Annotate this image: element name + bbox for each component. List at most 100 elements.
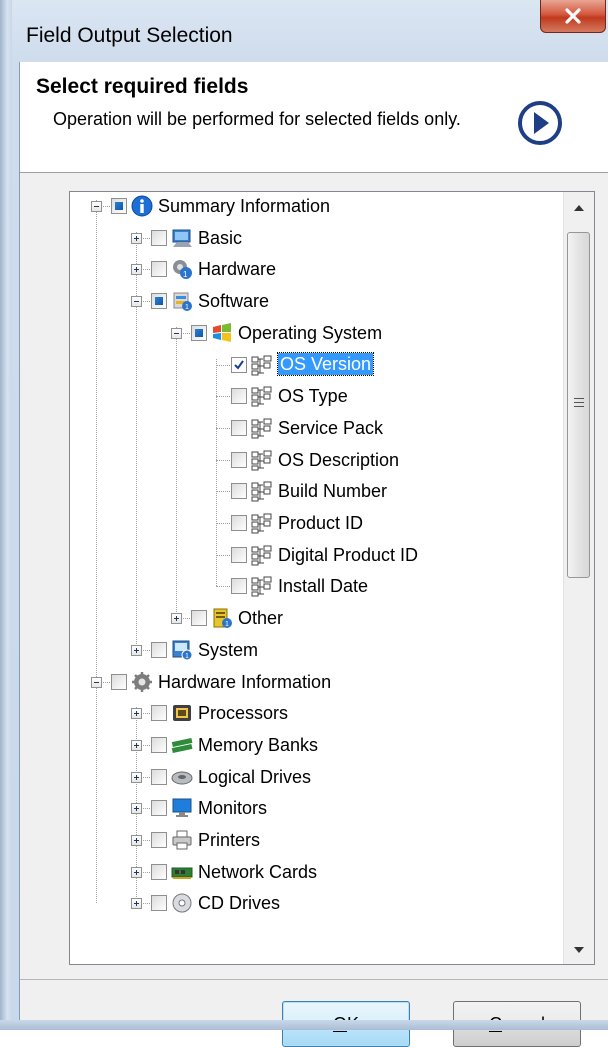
collapse-icon[interactable] [91,201,102,212]
tree-item-label: Install Date [278,576,369,596]
tree-item-checkbox[interactable] [111,674,127,690]
tree-item-label: Other [238,608,284,628]
expand-icon[interactable] [131,803,142,814]
tree-item[interactable]: Digital Product ID [70,544,560,578]
tree-item-checkbox[interactable] [151,737,167,753]
field-tree-icon [251,575,273,597]
tree-item[interactable]: Printers [70,829,560,863]
tree-item[interactable]: Build Number [70,481,560,514]
tree-item-label: Printers [198,830,261,850]
tree-item[interactable]: Install Date [70,575,560,609]
windows-logo-icon [211,322,233,344]
tree-item[interactable]: Memory Banks [70,734,560,768]
computer-icon [171,227,193,249]
tree-item-checkbox[interactable] [151,864,167,880]
collapse-icon[interactable] [91,677,102,688]
scroll-thumb[interactable] [567,232,590,578]
tree-item-checkbox[interactable] [151,261,167,277]
svg-text:1: 1 [185,304,189,311]
tree-item-checkbox[interactable] [231,483,247,499]
tree-item-checkbox[interactable] [231,452,247,468]
expand-icon[interactable] [131,835,142,846]
network-card-icon [171,861,193,883]
tree-item[interactable]: Logical Drives [70,767,560,800]
scroll-down-button[interactable] [564,934,594,964]
close-icon [563,8,583,24]
expand-icon[interactable] [131,645,142,656]
tree-item[interactable]: Operating System [70,322,560,356]
vertical-scrollbar[interactable] [563,192,594,964]
field-tree[interactable]: Summary Information Basic 1 Hardware 1 Softwa… [69,191,595,965]
collapse-icon[interactable] [171,328,182,339]
tree-item-checkbox[interactable] [231,357,247,373]
other-icon: 1 [211,607,233,629]
memory-icon [171,734,193,756]
tree-item[interactable]: Processors [70,702,560,736]
tree-item[interactable]: Monitors [70,797,560,831]
tree-item[interactable]: OS Description [70,449,560,483]
tree-item-label: Monitors [198,798,268,818]
expand-icon[interactable] [131,233,142,244]
close-button[interactable] [540,0,606,33]
tree-item-checkbox[interactable] [191,610,207,626]
tree-item-checkbox[interactable] [151,293,167,309]
tree-item-label: OS Version [276,352,375,376]
tree-item-checkbox[interactable] [231,388,247,404]
header-title: Select required fields [36,75,249,98]
tree-item-label: Software [198,291,270,311]
tree-item[interactable]: Product ID [70,513,560,546]
window-left-edge [0,0,12,1030]
processor-icon [171,702,193,724]
expand-icon[interactable] [131,264,142,275]
tree-item-checkbox[interactable] [111,198,127,214]
tree-item-checkbox[interactable] [151,642,167,658]
tree-item-label: OS Type [278,386,348,406]
tree-item-checkbox[interactable] [151,230,167,246]
tree-item[interactable]: Service Pack [70,417,560,451]
expand-icon[interactable] [131,708,142,719]
header-description: Operation will be performed for selected… [53,109,461,129]
expand-icon[interactable] [131,867,142,878]
next-button[interactable] [517,100,563,151]
field-tree-icon [251,544,273,566]
field-tree-icon [251,417,273,439]
tree-item[interactable]: 1 Other [70,607,560,641]
hardware-gears-icon: 1 [171,258,193,280]
scroll-down-icon [574,940,584,958]
expand-icon[interactable] [171,613,182,624]
tree-item-checkbox[interactable] [151,705,167,721]
thumb-grip-line [574,398,584,399]
tree-item-label: Network Cards [198,862,318,882]
tree-item[interactable]: Summary Information [70,195,560,229]
expand-icon[interactable] [131,772,142,783]
tree-item[interactable]: Network Cards [70,861,560,895]
tree-item-checkbox[interactable] [231,420,247,436]
tree-item[interactable]: OS Type [70,386,560,419]
tree-item[interactable]: CD Drives [70,893,560,926]
tree-item-checkbox[interactable] [231,578,247,594]
tree-item-checkbox[interactable] [231,515,247,531]
scroll-up-button[interactable] [564,192,594,222]
thumb-grip-line [574,402,584,403]
tree-item-checkbox[interactable] [151,895,167,911]
tree-item[interactable]: Hardware Information [70,672,560,705]
tree-item-checkbox[interactable] [151,800,167,816]
expand-icon[interactable] [131,898,142,909]
system-icon: 1 [171,639,193,661]
tree-item[interactable]: 1 Software [70,291,560,324]
printer-icon [171,829,193,851]
tree-item-label: Memory Banks [198,735,319,755]
field-tree-icon [251,449,273,471]
info-icon [131,195,153,217]
tree-item-checkbox[interactable] [151,769,167,785]
tree-item[interactable]: OS Version [70,352,560,388]
tree-item-checkbox[interactable] [231,547,247,563]
tree-item-checkbox[interactable] [191,325,207,341]
tree-item[interactable]: Basic [70,227,560,261]
expand-icon[interactable] [131,740,142,751]
monitor-icon [171,797,193,819]
collapse-icon[interactable] [131,296,142,307]
tree-item[interactable]: 1 System [70,639,560,673]
tree-item[interactable]: 1 Hardware [70,258,560,292]
tree-item-checkbox[interactable] [151,832,167,848]
